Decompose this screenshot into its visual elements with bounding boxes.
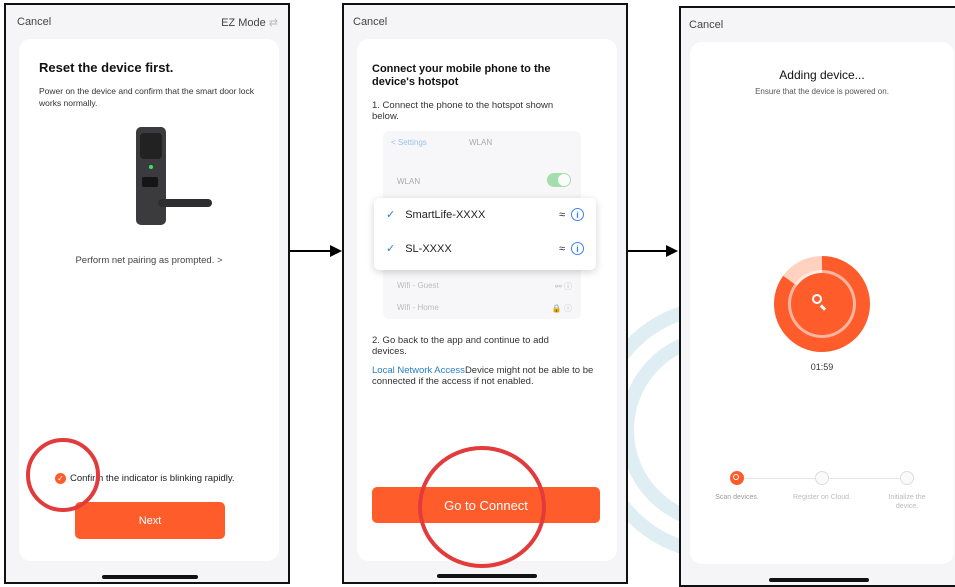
wlan-label: WLAN bbox=[397, 177, 421, 186]
page-subtitle: Ensure that the device is powered on. bbox=[755, 87, 889, 96]
wifi-icon: ≈ bbox=[558, 242, 565, 255]
ez-mode-switch[interactable]: EZ Mode ⇄ bbox=[221, 16, 278, 29]
next-button[interactable]: Next bbox=[75, 502, 225, 539]
highlighted-networks: ✓ SmartLife-XXXX ≈ i ✓ SL-XXXX ≈ i bbox=[374, 198, 596, 270]
swap-icon: ⇄ bbox=[268, 17, 278, 29]
step-register-label: Register on Cloud. bbox=[793, 494, 851, 501]
info-icon[interactable]: i bbox=[571, 242, 584, 255]
local-network-access-link[interactable]: Local Network Access bbox=[372, 365, 465, 376]
network-name: Wifi - Guest bbox=[397, 281, 439, 290]
page-title: Adding device... bbox=[779, 68, 865, 82]
home-indicator bbox=[437, 574, 537, 578]
network-item-smartlife[interactable]: ✓ SmartLife-XXXX ≈ i bbox=[386, 208, 584, 221]
network-name: Wifi - Home bbox=[397, 303, 439, 312]
home-indicator bbox=[769, 578, 869, 582]
cancel-button[interactable]: Cancel bbox=[689, 19, 723, 31]
screen-connect-hotspot: Cancel Connect your mobile phone to the … bbox=[342, 3, 628, 584]
annotation-circle bbox=[418, 446, 546, 568]
network-name: SmartLife-XXXX bbox=[405, 208, 486, 221]
net-pairing-link[interactable]: Perform net pairing as prompted. > bbox=[19, 255, 279, 266]
ez-mode-label: EZ Mode bbox=[221, 17, 266, 29]
screen-adding-device: Cancel Adding device... Ensure that the … bbox=[679, 6, 955, 587]
network-item-other[interactable]: Wifi - Guest ⚯ ⓘ bbox=[397, 281, 572, 292]
network-item-other[interactable]: Wifi - Home 🔒 ⓘ bbox=[397, 303, 572, 314]
check-icon: ✓ bbox=[386, 209, 396, 221]
cancel-button[interactable]: Cancel bbox=[17, 16, 51, 28]
page-description: Power on the device and confirm that the… bbox=[39, 86, 254, 108]
network-name: SL-XXXX bbox=[405, 242, 452, 255]
search-icon bbox=[812, 294, 827, 311]
flow-arrow-head bbox=[330, 245, 342, 257]
check-icon: ✓ bbox=[386, 243, 396, 255]
cancel-button[interactable]: Cancel bbox=[353, 16, 387, 28]
door-lock-image bbox=[136, 127, 216, 227]
content-card: Adding device... Ensure that the device … bbox=[690, 42, 954, 564]
wifi-icon: ≈ bbox=[558, 208, 565, 221]
step-scan-label: Scan devices. bbox=[715, 494, 759, 501]
screen-reset-device: Cancel EZ Mode ⇄ Reset the device first.… bbox=[4, 3, 290, 584]
network-item-sl[interactable]: ✓ SL-XXXX ≈ i bbox=[386, 242, 584, 255]
settings-back-link: < Settings bbox=[391, 138, 427, 147]
cloud-icon bbox=[815, 471, 829, 485]
flow-arrow bbox=[628, 250, 666, 252]
step-initialize-label: Initialize the device. bbox=[888, 494, 926, 510]
local-network-note: Local Network AccessDevice might not be … bbox=[372, 365, 604, 387]
countdown-timer: 01:59 bbox=[810, 362, 834, 372]
page-title: Connect your mobile phone to the device'… bbox=[372, 63, 551, 88]
lock-wifi-icon: 🔒 ⓘ bbox=[551, 304, 572, 313]
step-two-text: 2. Go back to the app and continue to ad… bbox=[372, 335, 549, 357]
step-one-text: 1. Connect the phone to the hotspot show… bbox=[372, 100, 554, 122]
settings-title: WLAN bbox=[469, 138, 493, 147]
flow-arrow-head bbox=[666, 245, 678, 257]
wlan-toggle[interactable] bbox=[547, 173, 571, 187]
home-indicator bbox=[102, 575, 198, 579]
annotation-circle bbox=[26, 438, 100, 512]
wifi-icon: ⚯ ⓘ bbox=[555, 282, 572, 291]
init-icon bbox=[900, 471, 914, 485]
scan-icon bbox=[730, 471, 744, 485]
info-icon[interactable]: i bbox=[571, 208, 584, 221]
page-title: Reset the device first. bbox=[39, 60, 174, 75]
flow-arrow bbox=[290, 250, 330, 252]
